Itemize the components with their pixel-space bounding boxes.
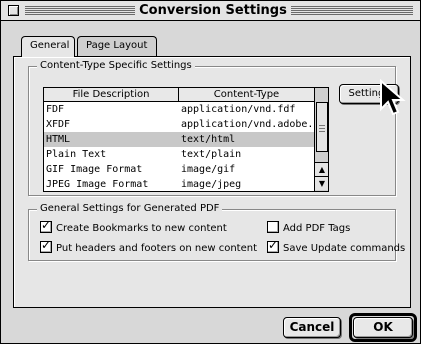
list-row[interactable]: FDF application/vnd.fdf	[44, 102, 314, 117]
create-bookmarks-checkbox[interactable]: ✓ Create Bookmarks to new content	[40, 218, 227, 236]
checkmark-icon: ✓	[41, 218, 52, 232]
row-content-type: application/vnd.adobe.xfdf	[181, 119, 314, 130]
row-description: Plain Text	[46, 149, 107, 160]
row-content-type: image/jpeg	[181, 179, 242, 190]
checkbox-box[interactable]: ✓	[40, 238, 52, 253]
column-header-file-description[interactable]: File Description	[44, 88, 179, 101]
general-group-label: General Settings for Generated PDF	[37, 203, 223, 215]
row-content-type: application/vnd.fdf	[181, 104, 296, 115]
row-description: HTML	[46, 134, 71, 145]
scroll-down-arrow-icon[interactable]: ▼	[315, 176, 328, 190]
tab-page-layout[interactable]: Page Layout	[77, 36, 157, 56]
list-row[interactable]: XFDF application/vnd.adobe.xfdf	[44, 117, 314, 132]
checkbox-box[interactable]: ✓	[267, 238, 279, 253]
row-content-type: text/html	[181, 134, 236, 145]
cancel-button[interactable]: Cancel	[283, 317, 341, 338]
save-update-commands-checkbox[interactable]: ✓ Save Update commands	[267, 238, 406, 256]
tab-general[interactable]: General	[21, 36, 75, 57]
row-description: FDF	[46, 104, 65, 115]
add-pdf-tags-checkbox[interactable]: Add PDF Tags	[267, 221, 351, 236]
close-box-icon[interactable]	[8, 5, 19, 16]
headers-footers-checkbox[interactable]: ✓ Put headers and footers on new content	[40, 238, 258, 256]
content-type-list[interactable]: File Description Content-Type FDF applic…	[43, 87, 329, 192]
row-description: XFDF	[46, 119, 71, 130]
window-title: Conversion Settings	[135, 3, 291, 19]
checkbox-label: Put headers and footers on new content	[56, 243, 258, 254]
list-row[interactable]: JPEG Image Format image/jpeg	[44, 177, 314, 191]
list-rows: FDF application/vnd.fdf XFDF application…	[44, 102, 314, 191]
scroll-thumb[interactable]	[316, 102, 328, 152]
arrow-cursor-icon	[380, 79, 406, 116]
checkbox-label: Save Update commands	[283, 243, 406, 254]
title-bar[interactable]: Conversion Settings	[1, 1, 420, 21]
conversion-settings-dialog: Conversion Settings General Page Layout …	[0, 0, 421, 344]
list-row[interactable]: GIF Image Format image/gif	[44, 162, 314, 177]
row-description: GIF Image Format	[46, 164, 143, 175]
checkbox-box[interactable]: ✓	[40, 218, 52, 233]
title-bar-stripes-right	[291, 6, 413, 15]
content-type-group-label: Content-Type Specific Settings	[37, 60, 195, 72]
list-row[interactable]: Plain Text text/plain	[44, 147, 314, 162]
general-settings-group: General Settings for Generated PDF ✓ Crea…	[28, 203, 405, 261]
checkbox-label: Add PDF Tags	[283, 223, 351, 234]
title-bar-stripes-left	[25, 6, 135, 15]
checkbox-label: Create Bookmarks to new content	[56, 223, 227, 234]
scroll-up-arrow-icon[interactable]: ▲	[315, 162, 328, 176]
column-header-content-type[interactable]: Content-Type	[179, 88, 314, 101]
checkmark-icon: ✓	[41, 238, 52, 252]
list-header: File Description Content-Type	[44, 88, 314, 102]
checkmark-icon: ✓	[268, 238, 279, 252]
checkbox-box[interactable]	[267, 221, 279, 233]
row-content-type: text/plain	[181, 149, 242, 160]
content-type-settings-group: Content-Type Specific Settings File Desc…	[28, 60, 399, 196]
ok-button[interactable]: OK	[353, 317, 413, 338]
row-content-type: image/gif	[181, 164, 236, 175]
list-row-selected[interactable]: HTML text/html	[44, 132, 314, 147]
list-scrollbar[interactable]: ▲ ▼	[314, 88, 328, 191]
tab-panel-general: Content-Type Specific Settings File Desc…	[13, 56, 411, 308]
row-description: JPEG Image Format	[46, 179, 149, 190]
